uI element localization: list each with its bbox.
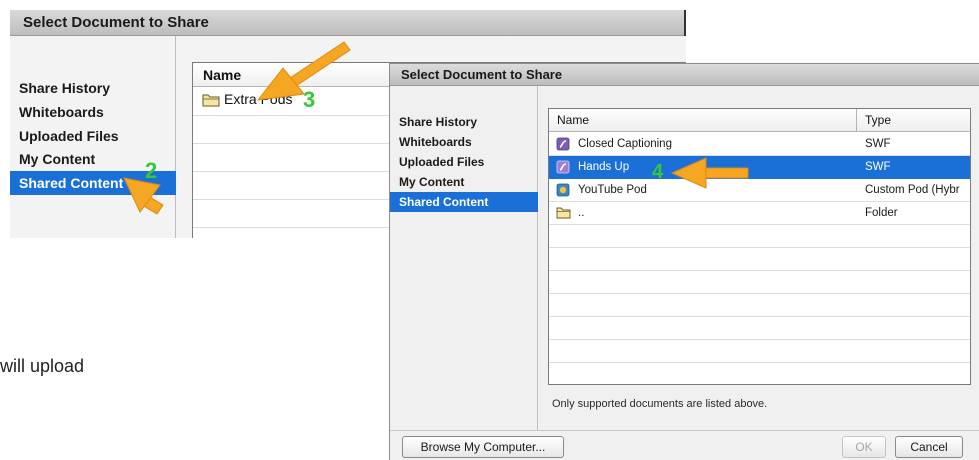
folder-icon — [202, 94, 220, 107]
row-type: Custom Pod (Hybr — [865, 184, 960, 196]
column-header-name[interactable]: Name — [557, 109, 589, 132]
list-header: Name Type — [549, 109, 970, 132]
column-divider — [856, 109, 857, 132]
custom-pod-icon — [556, 183, 570, 197]
step-number-4: 4 — [652, 161, 664, 183]
nav-item-whiteboards[interactable]: Whiteboards — [390, 132, 538, 152]
row-type: SWF — [865, 161, 891, 173]
step-number-2: 2 — [145, 158, 158, 183]
nav-item-uploaded-files[interactable]: Uploaded Files — [390, 152, 538, 172]
tutorial-text: will upload — [0, 356, 85, 376]
supported-documents-hint: Only supported documents are listed abov… — [552, 398, 768, 410]
list-row-closed-captioning[interactable]: Closed Captioning SWF — [549, 133, 970, 156]
front-dialog-nav: Share History Whiteboards Uploaded Files… — [390, 86, 538, 430]
row-type: SWF — [865, 138, 891, 150]
list-row-parent-folder[interactable]: .. Folder — [549, 202, 970, 225]
swf-icon — [556, 137, 570, 151]
list-row-empty — [549, 317, 970, 340]
browse-my-computer-button[interactable]: Browse My Computer... — [402, 436, 564, 458]
cancel-button[interactable]: Cancel — [895, 436, 963, 458]
swf-icon — [556, 160, 570, 174]
back-dialog-title: Select Document to Share — [10, 10, 686, 36]
nav-item-uploaded-files[interactable]: Uploaded Files — [10, 124, 176, 148]
list-row-empty — [549, 271, 970, 294]
row-name: YouTube Pod — [578, 184, 647, 196]
row-name: Hands Up — [578, 161, 630, 173]
front-file-list: Name Type Closed Captioning SWF Hands Up… — [548, 108, 971, 385]
column-header-type[interactable]: Type — [865, 109, 891, 132]
list-row-label: Extra Pods — [224, 91, 293, 107]
nav-item-shared-content[interactable]: Shared Content — [390, 192, 538, 212]
step-number-3: 3 — [303, 87, 316, 112]
folder-icon — [556, 207, 571, 219]
nav-item-my-content[interactable]: My Content — [390, 172, 538, 192]
back-dialog-nav: Share History Whiteboards Uploaded Files… — [10, 36, 176, 238]
list-row-empty — [549, 225, 970, 248]
list-row-empty — [549, 363, 970, 384]
list-row-empty — [549, 248, 970, 271]
list-row-hands-up[interactable]: Hands Up SWF — [549, 156, 970, 179]
list-row-empty — [549, 294, 970, 317]
row-type: Folder — [865, 207, 898, 219]
nav-item-share-history[interactable]: Share History — [390, 112, 538, 132]
row-name: .. — [578, 207, 585, 219]
column-header-label: Name — [203, 67, 242, 83]
list-row-youtube-pod[interactable]: YouTube Pod Custom Pod (Hybr — [549, 179, 970, 202]
button-bar: Browse My Computer... OK Cancel — [390, 430, 979, 460]
row-name: Closed Captioning — [578, 138, 672, 150]
list-row-empty — [549, 340, 970, 363]
window-edge — [684, 10, 686, 36]
front-dialog-title: Select Document to Share — [390, 64, 979, 86]
front-dialog: Select Document to Share Share History W… — [389, 63, 979, 460]
ok-button[interactable]: OK — [842, 436, 886, 458]
nav-item-whiteboards[interactable]: Whiteboards — [10, 100, 176, 124]
nav-item-share-history[interactable]: Share History — [10, 76, 176, 100]
